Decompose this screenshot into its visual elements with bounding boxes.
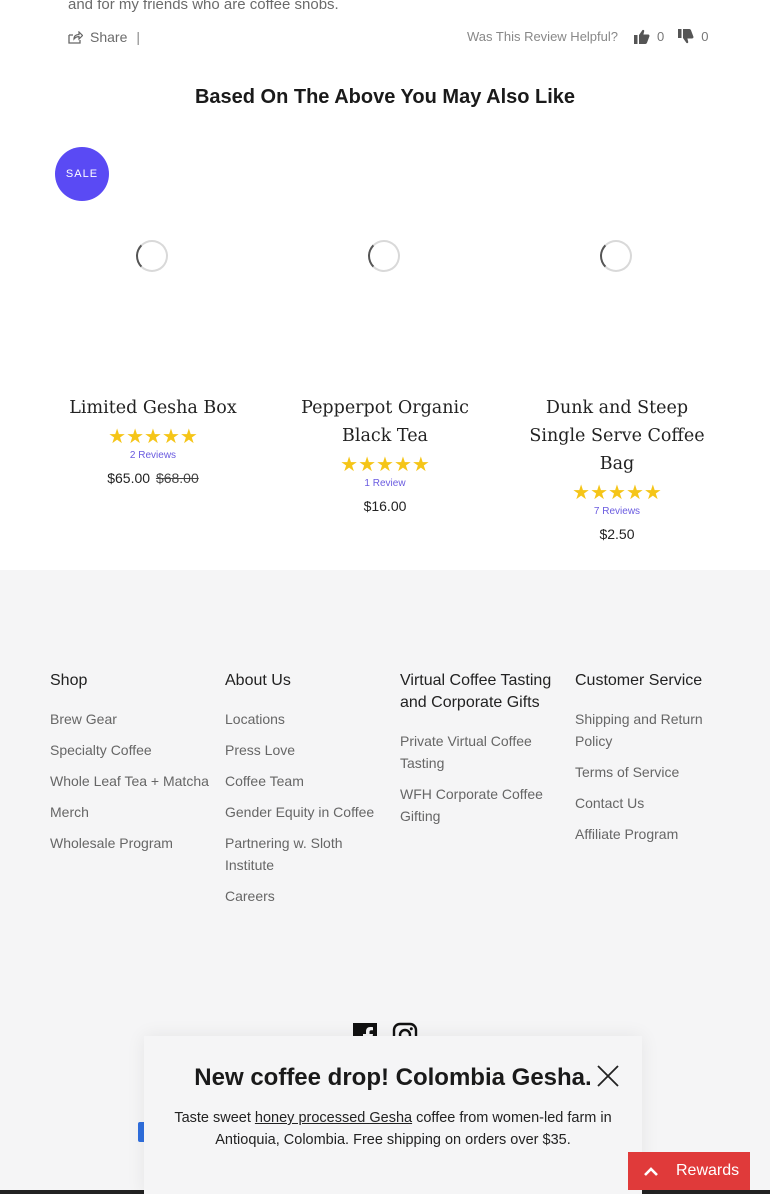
footer-heading: About Us xyxy=(225,672,291,689)
review-count-link[interactable]: 7 Reviews xyxy=(517,506,717,517)
footer-link[interactable]: Contact Us xyxy=(575,792,735,814)
popup-text: Taste sweet honey processed Gesha coffee… xyxy=(168,1107,618,1151)
share-icon xyxy=(68,30,83,44)
product-image[interactable] xyxy=(517,148,717,368)
footer-link[interactable]: Coffee Team xyxy=(225,770,385,792)
announcement-popup: New coffee drop! Colombia Gesha. Taste s… xyxy=(144,1036,642,1194)
product-name[interactable]: Limited Gesha Box xyxy=(53,394,253,422)
footer-link[interactable]: Private Virtual Coffee Tasting xyxy=(400,730,560,774)
vote-up-count: 0 xyxy=(657,29,665,44)
product-card[interactable]: Dunk and Steep Single Serve Coffee Bag ★… xyxy=(517,148,717,542)
footer-link[interactable]: Brew Gear xyxy=(50,708,210,730)
vote-down-button[interactable]: 0 xyxy=(678,29,708,44)
footer-link[interactable]: Shipping and Return Policy xyxy=(575,708,735,752)
footer-heading: Shop xyxy=(50,672,88,689)
review-helpful: Was This Review Helpful? 0 0 xyxy=(467,29,708,44)
rewards-button[interactable]: Rewards xyxy=(628,1152,750,1190)
footer-link[interactable]: Terms of Service xyxy=(575,761,735,783)
footer-link[interactable]: WFH Corporate Coffee Gifting xyxy=(400,783,560,827)
footer-link[interactable]: Whole Leaf Tea + Matcha xyxy=(50,770,210,792)
review-text: and for my friends who are coffee snobs. xyxy=(68,0,339,13)
chevron-up-icon xyxy=(644,1166,658,1176)
footer-link[interactable]: Locations xyxy=(225,708,385,730)
footer-link[interactable]: Gender Equity in Coffee xyxy=(225,801,385,823)
footer-link[interactable]: Affiliate Program xyxy=(575,823,735,845)
product-name[interactable]: Pepperpot Organic Black Tea xyxy=(285,394,485,450)
popup-link[interactable]: honey processed Gesha xyxy=(255,1110,412,1126)
footer-column-about: About Us Locations Press Love Coffee Tea… xyxy=(225,670,385,916)
close-icon[interactable] xyxy=(596,1064,620,1088)
product-image[interactable] xyxy=(53,148,253,368)
footer-link[interactable]: Careers xyxy=(225,885,385,907)
recommendations-title: Based On The Above You May Also Like xyxy=(194,86,576,108)
footer-link[interactable]: Specialty Coffee xyxy=(50,739,210,761)
product-price: $2.50 xyxy=(599,526,635,542)
product-card[interactable]: Pepperpot Organic Black Tea ★★★★★ 1 Revi… xyxy=(285,148,485,514)
original-price: $68.00 xyxy=(155,470,199,486)
star-rating: ★★★★★ xyxy=(340,454,430,476)
star-rating: ★★★★★ xyxy=(572,482,662,504)
footer-link[interactable]: Press Love xyxy=(225,739,385,761)
review-count-link[interactable]: 1 Review xyxy=(285,478,485,489)
rewards-label: Rewards xyxy=(676,1162,740,1179)
divider: | xyxy=(136,29,140,45)
loading-spinner-icon xyxy=(136,240,168,272)
footer-column-virtual-tasting: Virtual Coffee Tasting and Corporate Gif… xyxy=(400,670,560,836)
sale-price: $65.00 xyxy=(107,470,151,486)
vote-up-button[interactable]: 0 xyxy=(634,29,664,44)
thumbs-down-icon xyxy=(678,29,694,44)
popup-title: New coffee drop! Colombia Gesha. xyxy=(194,1064,592,1091)
footer-column-customer-service: Customer Service Shipping and Return Pol… xyxy=(575,670,735,854)
product-name[interactable]: Dunk and Steep Single Serve Coffee Bag xyxy=(517,394,717,478)
loading-spinner-icon xyxy=(368,240,400,272)
helpful-label: Was This Review Helpful? xyxy=(467,29,618,44)
footer-link[interactable]: Merch xyxy=(50,801,210,823)
share-label: Share xyxy=(90,29,128,45)
product-card[interactable]: Limited Gesha Box ★★★★★ 2 Reviews $65.00… xyxy=(53,148,253,486)
footer-heading: Customer Service xyxy=(575,672,703,689)
footer-column-shop: Shop Brew Gear Specialty Coffee Whole Le… xyxy=(50,670,210,863)
popup-text-start: Taste sweet xyxy=(174,1110,255,1126)
star-rating: ★★★★★ xyxy=(108,426,198,448)
footer-link[interactable]: Wholesale Program xyxy=(50,832,210,854)
vote-down-count: 0 xyxy=(701,29,709,44)
product-price: $65.00 $68.00 xyxy=(53,470,253,486)
footer-heading: Virtual Coffee Tasting and Corporate Gif… xyxy=(400,672,552,711)
footer-link[interactable]: Partnering w. Sloth Institute xyxy=(225,832,385,876)
thumbs-up-icon xyxy=(634,29,650,44)
review-count-link[interactable]: 2 Reviews xyxy=(53,450,253,461)
product-image[interactable] xyxy=(285,148,485,368)
loading-spinner-icon xyxy=(600,240,632,272)
share-button[interactable]: Share | xyxy=(68,29,140,45)
product-price: $16.00 xyxy=(363,498,407,514)
